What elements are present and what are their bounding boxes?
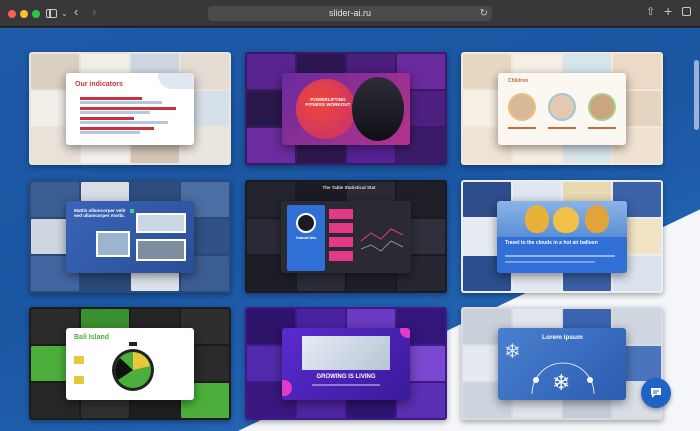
avatar: [296, 212, 316, 233]
share-icon[interactable]: ⇧: [646, 5, 655, 19]
red-circle-graphic: [296, 78, 356, 139]
slide-preview: Mattis ullamcorper velit sed ullamcorper…: [66, 200, 194, 273]
back-icon[interactable]: ‹: [74, 5, 78, 19]
snowflake-icon: ❄: [504, 340, 521, 363]
template-card-mattis[interactable]: Mattis ullamcorper velit sed ullamcorper…: [29, 180, 231, 293]
forward-icon[interactable]: ›: [92, 5, 96, 19]
slide-title: Travel to the clouds in a hot air balloo…: [505, 239, 598, 246]
sidebar-toggle-icon[interactable]: [46, 9, 57, 18]
blueprint-photo: [302, 335, 390, 370]
line-chart-graphic: [360, 227, 404, 252]
template-card-balloon[interactable]: Travel to the clouds in a hot air balloo…: [461, 180, 663, 293]
slide-preview: GROWING IS LIVING: [282, 327, 410, 400]
tab-overview-icon[interactable]: [682, 7, 691, 16]
bar-chart-graphic: [80, 96, 176, 134]
child-photo: [588, 92, 616, 121]
slide-preview: Bali Island: [66, 327, 194, 400]
slide-preview: Yolanda Weu: [281, 200, 411, 273]
slide-title: GROWING IS LIVING: [316, 373, 376, 380]
child-photo: [548, 92, 576, 121]
slide-title: Bali Island: [74, 333, 110, 341]
url-text: slider-ai.ru: [328, 8, 371, 18]
landscape-photo: [136, 212, 186, 233]
template-card-lorem[interactable]: Lorem ipsum ❄ ❄: [461, 307, 663, 420]
slide-preview: Lorem ipsum ❄ ❄: [498, 327, 626, 400]
chat-button[interactable]: [641, 378, 671, 408]
template-card-statistical[interactable]: The Table Statistical Stat Yolanda Weu: [245, 180, 447, 293]
close-window-button[interactable]: [8, 10, 16, 18]
slide-title: POWERLIFTING FITNESS WORKOUT: [305, 96, 351, 107]
slide-preview: POWERLIFTING FITNESS WORKOUT: [282, 72, 410, 145]
slide-title: Children: [508, 77, 529, 84]
stopwatch-graphic: [112, 341, 154, 391]
reload-icon[interactable]: ↻: [480, 6, 488, 21]
new-tab-icon[interactable]: +: [664, 4, 672, 18]
template-card-children[interactable]: Children: [461, 52, 663, 165]
balloon-graphic: [585, 204, 609, 233]
balloon-graphic: [525, 204, 549, 233]
chat-bubble-icon: [651, 388, 661, 398]
arc-diagram-graphic: [531, 362, 595, 394]
slide-title: Mattis ullamcorper velit sed ullamcorper…: [74, 207, 126, 218]
minimize-window-button[interactable]: [20, 10, 28, 18]
athlete-photo: [352, 76, 404, 141]
template-card-bali[interactable]: Bali Island: [29, 307, 231, 420]
slide-preview: Travel to the clouds in a hot air balloo…: [497, 200, 627, 273]
landscape-photo: [96, 230, 130, 257]
template-card-growing[interactable]: GROWING IS LIVING: [245, 307, 447, 420]
landscape-photo: [136, 238, 186, 261]
slide-preview: Our indicators: [66, 72, 194, 145]
slide-title: Our indicators: [75, 80, 123, 88]
chevron-down-icon[interactable]: ⌄: [61, 7, 68, 21]
profile-name: Yolanda Weu: [295, 235, 317, 240]
zoom-window-button[interactable]: [32, 10, 40, 18]
child-photo: [508, 92, 536, 121]
slide-preview: Children: [498, 72, 626, 145]
balloon-graphic: [553, 206, 579, 233]
template-card-our-indicators[interactable]: Our indicators: [29, 52, 231, 165]
scrollbar[interactable]: [694, 60, 699, 130]
address-bar[interactable]: slider-ai.ru ↻: [208, 6, 492, 21]
slide-heading: The Table Statistical Stat: [322, 185, 376, 190]
slide-title: Lorem ipsum: [542, 333, 583, 341]
template-card-powerlifting[interactable]: POWERLIFTING FITNESS WORKOUT: [245, 52, 447, 165]
browser-toolbar: ⌄ ‹ › slider-ai.ru ↻ ⇧ +: [0, 0, 700, 27]
